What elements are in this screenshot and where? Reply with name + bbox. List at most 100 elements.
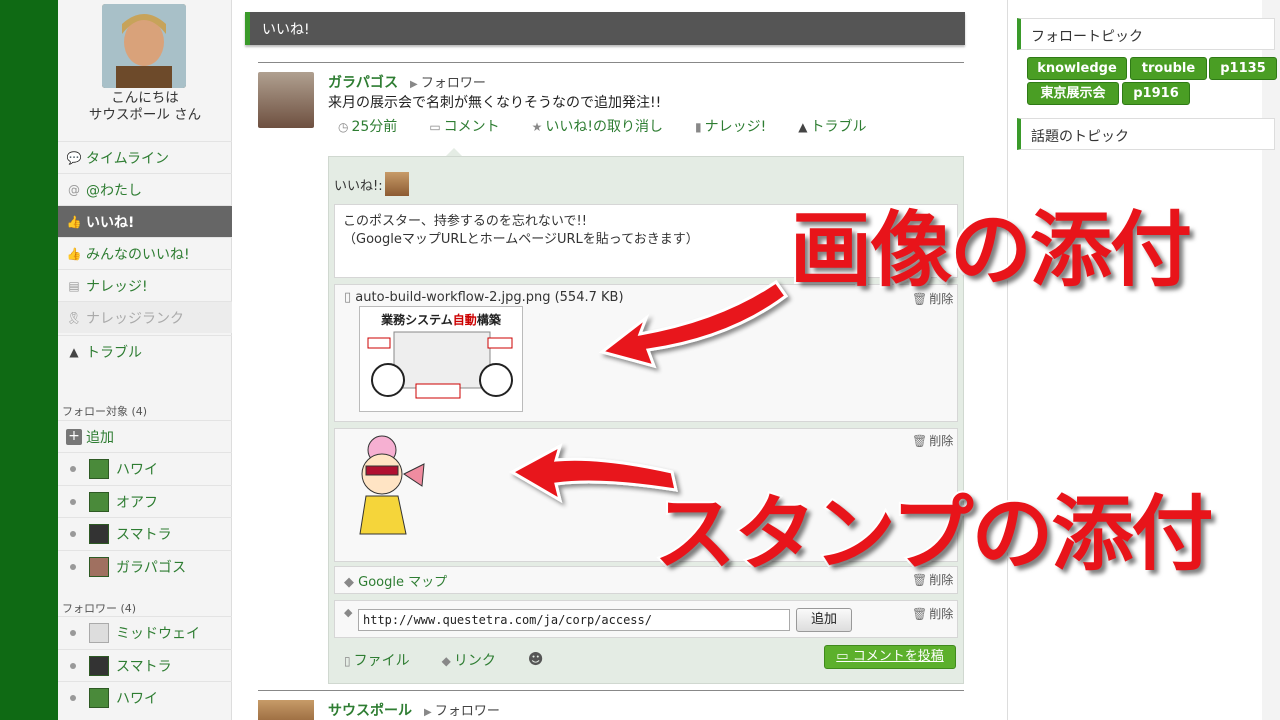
hot-topics-header: 話題のトピック [1017,118,1275,150]
attach-link-button[interactable]: ◆ リンク [442,650,512,670]
attach-link-label: リンク [453,653,496,669]
post-actions: ◷ 25分前 ▭ コメント ★ いいね!の取り消し ▮ ナレッジ! ▲ トラブル [338,116,899,136]
knowledge-button[interactable]: ▮ ナレッジ! [695,116,782,136]
sidebar-item-timeline[interactable]: 💬 タイムライン [58,141,232,173]
sidebar-item-everyone-likes[interactable]: 👍 みんなのいいね! [58,237,232,269]
follower-item[interactable]: ミッドウェイ [58,616,232,648]
book-icon: ▤ [68,278,80,293]
delete-button[interactable]: 🗑 削除 [912,432,953,449]
annotation-stamp-attach: スタンプの添付 [652,485,1216,584]
topic-tag[interactable]: trouble [1130,57,1207,80]
post-author[interactable]: サウスポール [328,700,412,720]
delete-button[interactable]: 🗑 削除 [912,605,953,622]
thumbnail-title: 業務システム自動構築 [364,311,518,328]
avatar [89,655,109,676]
followers-header: フォロワー (4) [62,602,137,615]
sidebar-item-label: タイムライン [86,150,170,167]
attach-file-button[interactable]: ▯ ファイル [344,650,426,670]
topic-tag[interactable]: p1135 [1209,57,1277,80]
warning-icon: ▲ [69,344,79,359]
comment-footer: ▯ ファイル ◆ リンク ☻ [344,650,562,670]
plus-icon: + [66,428,82,445]
following-item[interactable]: オアフ [58,485,232,517]
sidebar-item-label: ナレッジランク [86,310,184,327]
following-name: オアフ [116,494,158,511]
following-header: フォロー対象 (4) [62,405,148,418]
topic-tag[interactable]: 東京展示会 [1027,82,1119,105]
avatar[interactable] [384,172,409,196]
bullet-icon [70,662,76,669]
stamp-image[interactable] [352,434,432,544]
right-edge [1262,0,1280,720]
topic-tag[interactable]: p1916 [1122,82,1190,105]
page-title: いいね! [245,12,965,45]
add-url-button[interactable]: 追加 [796,608,852,632]
thumbnail-title-c: 構築 [476,313,501,327]
following-name: スマトラ [116,526,172,543]
sidebar-item-label: トラブル [86,344,142,361]
following-name: ガラパゴス [116,559,187,576]
tag-icon: ◆ [344,575,354,590]
google-map-link[interactable]: ◆ Google マップ [344,571,447,590]
divider [258,690,964,691]
follower-item[interactable]: スマトラ [58,649,232,681]
sidebar-item-me[interactable]: @ @わたし [58,173,232,205]
following-item[interactable]: ガラパゴス [58,550,232,582]
avatar[interactable] [102,4,186,88]
attachment-file-name[interactable]: ▯ auto-build-workflow-2.jpg.png (554.7 K… [344,290,624,305]
avatar[interactable] [258,700,314,720]
post-author[interactable]: ガラパゴス [328,72,398,92]
thumbnail-title-a: 業務システム [381,313,453,327]
bullet-icon [70,530,76,537]
clock-icon: ◷ [338,120,349,134]
add-follow-button[interactable]: + 追加 [58,420,232,452]
comment-button[interactable]: ▭ コメント [429,116,515,136]
sidebar-item-trouble[interactable]: ▲ トラブル [58,335,232,367]
file-name-label: auto-build-workflow-2.jpg.png (554.7 KB) [355,290,624,305]
follower-item[interactable]: ハワイ [58,681,232,713]
left-edge-strip [0,0,58,720]
follower-name: ハワイ [116,690,158,707]
post-comment-button[interactable]: ▭ コメントを投稿 [824,645,956,669]
follower-name: スマトラ [116,658,172,675]
tag-icon: ◆ [441,654,451,668]
topic-tag[interactable]: knowledge [1027,57,1127,80]
avatar [89,491,109,512]
unlike-button[interactable]: ★ いいね!の取り消し [532,116,679,136]
add-follow-label: 追加 [86,429,114,446]
sidebar-item-label: みんなのいいね! [86,246,190,263]
trouble-button[interactable]: ▲ トラブル [798,116,882,136]
trouble-label: トラブル [810,119,867,135]
tag-icon: ◆ [344,606,353,619]
relation-label: フォロワー [420,76,486,91]
attach-file-label: ファイル [353,653,410,669]
sidebar-item-likes[interactable]: 👍 いいね! [58,205,232,237]
delete-label: 削除 [929,434,954,448]
sidebar-item-knowledge[interactable]: ▤ ナレッジ! [58,269,232,301]
smiley-icon: ☻ [527,650,544,668]
comment-icon: ▭ [836,649,853,664]
bullet-icon [70,694,76,701]
warning-icon: ▲ [798,120,808,134]
url-input[interactable]: http://www.questetra.com/ja/corp/access/ [358,609,790,631]
unlike-label: いいね!の取り消し [545,119,664,135]
liked-by: いいね!: [334,172,409,196]
timestamp-link[interactable]: ◷ 25分前 [338,116,413,136]
following-item[interactable]: ハワイ [58,452,232,484]
caret-right-icon: ▶ [410,79,421,90]
caret-right-icon: ▶ [424,707,435,718]
ribbon-icon: 🎗 [66,310,82,325]
image-thumbnail[interactable]: 業務システム自動構築 [359,306,523,412]
relation-label: フォロワー [434,704,500,719]
annotation-image-attach: 画像の添付 [788,201,1194,300]
stamp-button[interactable]: ☻ [528,650,547,670]
thumbs-up-icon: 👍 [66,214,82,229]
star-icon: ★ [531,120,543,134]
sidebar: こんにちは サウスポール さん 💬 タイムライン @ @わたし 👍 いいね! 👍 みんな… [58,0,232,720]
avatar [89,556,109,577]
sidebar-item-knowledge-rank[interactable]: 🎗 ナレッジランク [58,301,232,333]
following-name: ハワイ [116,461,158,478]
greeting: こんにちは サウスポール さん [58,90,232,124]
following-item[interactable]: スマトラ [58,517,232,549]
avatar[interactable] [258,72,314,128]
